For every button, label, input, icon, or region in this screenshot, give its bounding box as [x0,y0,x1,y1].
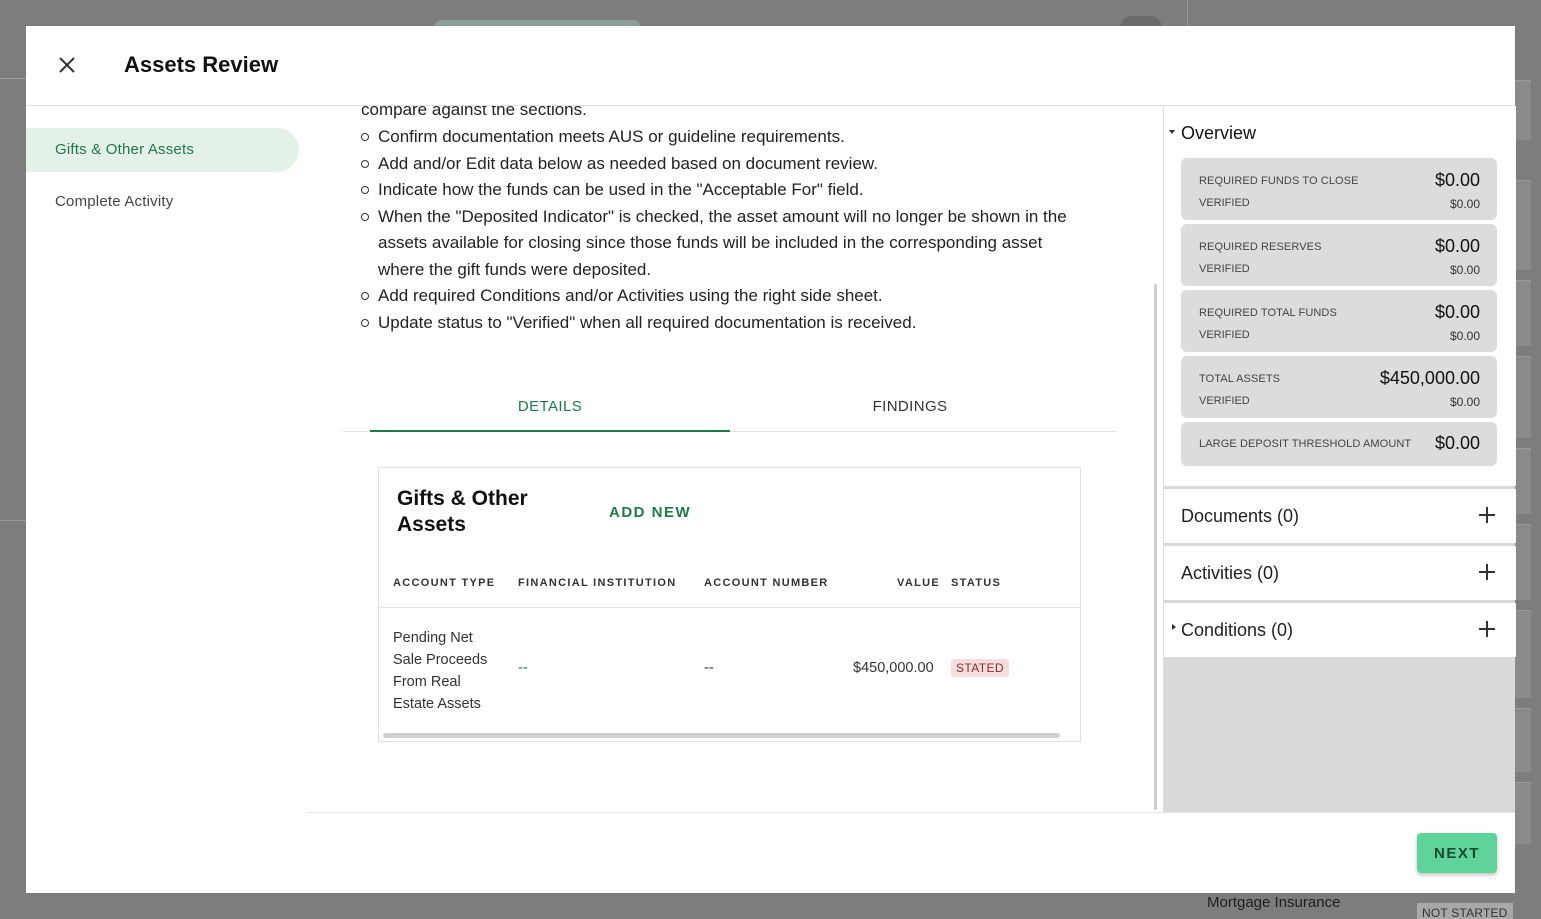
metric-required-funds-to-close: REQUIRED FUNDS TO CLOSE $0.00 VERIFIED $… [1181,158,1497,220]
instruction-item: Confirm documentation meets AUS or guide… [361,124,1081,151]
tab-findings[interactable]: FINDINGS [730,392,1090,432]
instruction-item: Indicate how the funds can be used in th… [361,177,1081,204]
metric-verified-value: $0.00 [1449,263,1480,277]
documents-section: Documents (0) [1164,489,1516,543]
cell-value: $450,000.00 [853,660,934,676]
metric-value: $450,000.00 [1379,368,1480,388]
content-scrollbar[interactable] [1154,284,1157,810]
column-header-account-number[interactable]: ACCOUNT NUMBER [704,577,829,589]
table-divider [379,607,1080,608]
background-card [1515,524,1531,600]
metric-verified-label: VERIFIED [1199,329,1250,341]
gifts-other-assets-card: Gifts & Other Assets ADD NEW ACCOUNT TYP… [378,467,1081,742]
column-header-account-type[interactable]: ACCOUNT TYPE [393,577,495,589]
cell-account-type: Pending Net Sale Proceeds From Real Esta… [393,630,488,712]
main-content: compare against the sections. Confirm do… [308,106,1163,812]
metric-value: $0.00 [1434,433,1480,453]
metric-label: REQUIRED RESERVES [1199,241,1322,253]
horizontal-scrollbar[interactable] [383,733,1060,738]
metric-verified-value: $0.00 [1449,329,1480,343]
nav-item-gifts-other-assets[interactable]: Gifts & Other Assets [26,128,299,172]
column-header-status[interactable]: STATUS [951,577,1001,589]
metric-value: $0.00 [1434,236,1480,256]
metric-value: $0.00 [1434,170,1480,190]
right-side-sheet: Overview REQUIRED FUNDS TO CLOSE $0.00 V… [1163,106,1516,812]
caret-down-icon[interactable] [1169,130,1175,134]
add-document-plus-icon[interactable] [1476,504,1498,526]
assets-review-modal: Assets Review Gifts & Other Assets Compl… [26,26,1516,893]
metric-verified-label: VERIFIED [1199,263,1250,275]
background-card [1515,610,1531,698]
background-card [1515,80,1531,140]
card-title: Gifts & Other Assets [397,487,528,536]
cell-financial-institution[interactable]: -- [518,660,528,676]
overview-title[interactable]: Overview [1181,123,1256,144]
add-condition-plus-icon[interactable] [1476,618,1498,640]
instruction-item: When the "Deposited Indicator" is checke… [361,204,1081,284]
left-nav: Gifts & Other Assets Complete Activity [26,106,308,224]
column-header-value[interactable]: VALUE [897,577,940,589]
metric-verified-value: $0.00 [1449,197,1480,211]
background-card [1515,708,1531,772]
footer-divider [308,812,1515,813]
instruction-item: Update status to "Verified" when all req… [361,310,1081,337]
modal-header: Assets Review [26,26,1515,106]
metric-large-deposit-threshold: LARGE DEPOSIT THRESHOLD AMOUNT $0.00 [1181,422,1497,466]
modal-title: Assets Review [124,52,279,77]
background-status-badge: NOT STARTED [1417,903,1513,919]
background-divider [0,520,26,521]
metric-required-reserves: REQUIRED RESERVES $0.00 VERIFIED $0.00 [1181,224,1497,286]
metric-label: LARGE DEPOSIT THRESHOLD AMOUNT [1199,438,1412,450]
metric-required-total-funds: REQUIRED TOTAL FUNDS $0.00 VERIFIED $0.0… [1181,290,1497,352]
background-card [1515,356,1531,438]
background-divider [1187,0,1188,26]
background-card [1515,448,1531,514]
metric-verified-label: VERIFIED [1199,197,1250,209]
activities-title[interactable]: Activities (0) [1181,563,1279,584]
close-icon [59,57,75,73]
instruction-item: Add required Conditions and/or Activitie… [361,283,1081,310]
background-mortgage-insurance-label: Mortgage Insurance [1207,894,1341,911]
metric-verified-label: VERIFIED [1199,395,1250,407]
metric-verified-value: $0.00 [1449,395,1480,409]
caret-right-icon[interactable] [1172,624,1176,630]
add-new-button[interactable]: ADD NEW [609,504,691,521]
activities-section: Activities (0) [1164,546,1516,600]
nav-item-complete-activity[interactable]: Complete Activity [26,180,308,224]
conditions-title[interactable]: Conditions (0) [1181,620,1293,641]
tab-details[interactable]: DETAILS [370,392,730,432]
background-card [1515,782,1531,844]
instruction-item: Add and/or Edit data below as needed bas… [361,151,1081,178]
background-card [1515,180,1531,270]
metric-label: REQUIRED TOTAL FUNDS [1199,307,1337,319]
metric-label: TOTAL ASSETS [1199,373,1281,385]
overview-section: Overview REQUIRED FUNDS TO CLOSE $0.00 V… [1164,106,1516,486]
metric-total-assets: TOTAL ASSETS $450,000.00 VERIFIED $0.00 [1181,356,1497,418]
next-button[interactable]: NEXT [1417,833,1497,873]
cell-account-number: -- [704,660,714,676]
background-divider [0,78,26,79]
close-button[interactable] [52,50,82,80]
metric-label: REQUIRED FUNDS TO CLOSE [1199,175,1359,187]
instructions-list: Confirm documentation meets AUS or guide… [361,124,1081,336]
add-activity-plus-icon[interactable] [1476,561,1498,583]
background-card [1515,280,1531,346]
conditions-section: Conditions (0) [1164,603,1516,657]
status-badge: STATED [951,659,1009,677]
metric-value: $0.00 [1434,302,1480,322]
documents-title[interactable]: Documents (0) [1181,506,1299,527]
instructions-intro-tail: compare against the sections. [361,106,587,119]
tab-bar: DETAILS FINDINGS [343,392,1116,432]
column-header-financial-institution[interactable]: FINANCIAL INSTITUTION [518,577,676,589]
